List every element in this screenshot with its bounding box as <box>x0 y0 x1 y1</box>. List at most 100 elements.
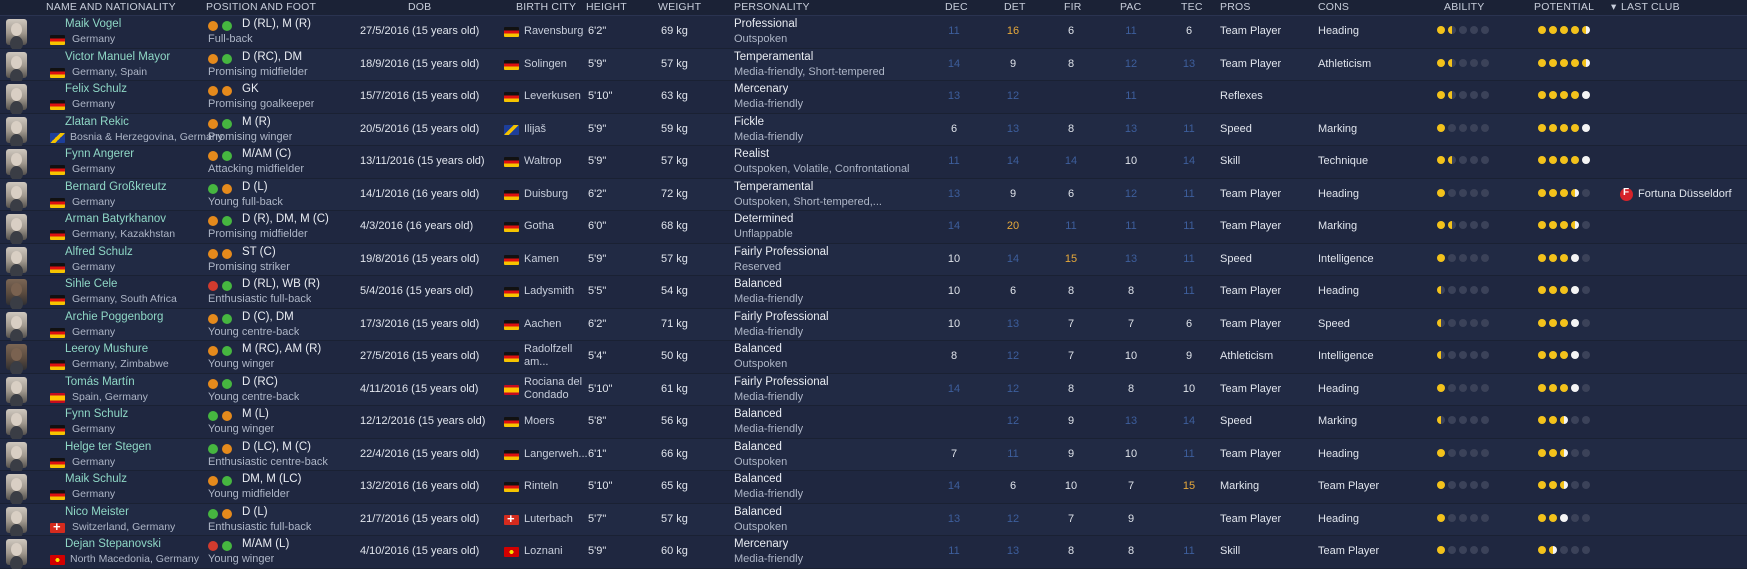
col-header-position[interactable]: POSITION AND FOOT <box>206 1 316 13</box>
star-icon <box>1549 448 1557 457</box>
player-name-link[interactable]: Nico Meister <box>65 506 129 518</box>
col-header-name[interactable]: NAME AND NATIONALITY <box>46 1 176 13</box>
star-icon <box>1459 221 1467 229</box>
player-name-link[interactable]: Zlatan Rekic <box>65 116 129 128</box>
table-row[interactable]: Fynn Angerer Germany M/AM (C) Attacking mid… <box>0 146 1747 179</box>
foot-indicator-icon <box>222 248 232 259</box>
player-name-link[interactable]: Archie Poggenborg <box>65 311 163 323</box>
table-row[interactable]: Bernard Großkreutz Germany D (L) Young full… <box>0 178 1747 211</box>
player-pros: Team Player <box>1220 512 1282 525</box>
table-row[interactable]: Archie Poggenborg Germany D (C), DM Young c… <box>0 308 1747 341</box>
col-header-potential[interactable]: POTENTIAL <box>1534 1 1594 13</box>
player-name-link[interactable]: Bernard Großkreutz <box>65 181 167 193</box>
player-last-club[interactable]: Fortuna Düsseldorf <box>1638 188 1732 200</box>
table-row[interactable]: Sihle Cele Germany, South Africa D (RL), W… <box>0 276 1747 309</box>
birth-flag-icon <box>504 222 519 232</box>
player-birth-city: Luterbach <box>524 512 573 525</box>
star-icon <box>1560 123 1568 132</box>
attr-tec: 13 <box>1182 57 1196 70</box>
player-name-link[interactable]: Maik Schulz <box>65 473 127 485</box>
col-header-cons[interactable]: CONS <box>1318 1 1349 13</box>
col-header-ability[interactable]: ABILITY <box>1444 1 1485 13</box>
player-dob: 19/8/2016 (15 years old) <box>360 252 480 265</box>
table-row[interactable]: Zlatan Rekic Bosnia & Herzegovina, German… <box>0 113 1747 146</box>
col-header-fir[interactable]: FIR <box>1064 1 1082 13</box>
sort-desc-arrow-icon[interactable]: ▾ <box>1611 1 1616 13</box>
birth-flag-icon <box>504 319 519 330</box>
table-row[interactable]: Fynn Schulz Germany M (L) Young winger 12/12… <box>0 406 1747 439</box>
star-icon <box>1549 286 1557 294</box>
player-weight: 56 kg <box>661 415 688 427</box>
player-name-link[interactable]: Leeroy Mushure <box>65 343 148 355</box>
player-dob: 4/10/2016 (15 years old) <box>360 545 480 557</box>
attr-pac: 13 <box>1124 122 1138 135</box>
player-pros: Team Player <box>1220 317 1282 330</box>
table-row[interactable]: Helge ter Stegen Germany D (LC), M (C) Enth… <box>0 438 1747 471</box>
table-row[interactable]: Nico Meister Switzerland, Germany D (L) Ent… <box>0 503 1747 536</box>
col-header-dob[interactable]: DOB <box>408 1 431 13</box>
col-header-dec[interactable]: DEC <box>945 1 968 13</box>
star-icon <box>1448 58 1456 67</box>
col-header-height[interactable]: HEIGHT <box>586 1 627 13</box>
player-name-link[interactable]: Fynn Schulz <box>65 408 128 420</box>
table-row[interactable]: Maik Schulz Germany DM, M (LC) Young midfie… <box>0 471 1747 504</box>
star-icon <box>1437 188 1445 197</box>
table-row[interactable]: Dejan Stepanovski North Macedonia, German… <box>0 536 1747 569</box>
player-birth-city: Ravensburg <box>524 25 584 37</box>
player-name-link[interactable]: Arman Batyrkhanov <box>65 213 166 225</box>
player-name-link[interactable]: Victor Manuel Mayor <box>65 51 170 63</box>
player-cons: Heading <box>1318 512 1359 525</box>
player-position: D (RC) <box>242 375 278 388</box>
star-icon <box>1459 481 1467 489</box>
player-name-link[interactable]: Tomás Martín <box>65 376 135 388</box>
player-personality: Balanced <box>734 343 782 355</box>
player-name-link[interactable]: Helge ter Stegen <box>65 441 151 453</box>
star-icon <box>1470 91 1478 99</box>
attr-pac: 11 <box>1125 220 1137 232</box>
col-header-det[interactable]: DET <box>1004 1 1026 13</box>
player-name-link[interactable]: Maik Vogel <box>65 18 121 30</box>
col-header-pros[interactable]: PROS <box>1220 1 1251 13</box>
attr-dec: 7 <box>950 447 958 460</box>
player-face-icon <box>6 279 27 305</box>
table-row[interactable]: Victor Manuel Mayor Germany, Spain D (RC),… <box>0 48 1747 81</box>
star-icon <box>1571 448 1579 457</box>
star-icon <box>1549 416 1557 424</box>
player-name-link[interactable]: Alfred Schulz <box>65 246 133 258</box>
table-row[interactable]: Maik Vogel Germany D (RL), M (R) Full-back 2… <box>0 16 1747 49</box>
col-header-tec[interactable]: TEC <box>1181 1 1203 13</box>
foot-indicator-icon <box>222 313 232 324</box>
attr-det: 16 <box>1006 25 1020 37</box>
player-name-link[interactable]: Dejan Stepanovski <box>65 538 161 550</box>
attr-pac: 7 <box>1127 317 1135 330</box>
attr-dec: 11 <box>948 155 960 167</box>
star-icon <box>1481 91 1489 99</box>
table-row[interactable]: Tomás Martín Spain, Germany D (RC) Young ce… <box>0 373 1747 406</box>
player-nationality: Switzerland, Germany <box>72 520 176 533</box>
player-name-link[interactable]: Sihle Cele <box>65 278 117 290</box>
player-name-link[interactable]: Felix Schulz <box>65 83 127 95</box>
star-icon <box>1560 188 1568 197</box>
foot-indicator-icon <box>222 216 232 226</box>
table-row[interactable]: Alfred Schulz Germany ST (C) Promising stri… <box>0 243 1747 276</box>
col-header-birth-city[interactable]: BIRTH CITY <box>516 1 576 13</box>
col-header-weight[interactable]: WEIGHT <box>658 1 701 13</box>
col-header-pac[interactable]: PAC <box>1120 1 1141 13</box>
table-row[interactable]: Felix Schulz Germany GK Promising goalkeepe… <box>0 81 1747 114</box>
player-name-link[interactable]: Fynn Angerer <box>65 148 134 160</box>
player-role: Young centre-back <box>208 390 300 403</box>
col-header-last-club[interactable]: LAST CLUB <box>1621 1 1680 13</box>
table-row[interactable]: Arman Batyrkhanov Germany, Kazakhstan D (R… <box>0 211 1747 244</box>
attr-tec: 11 <box>1183 545 1195 557</box>
player-weight: 72 kg <box>661 187 688 200</box>
attr-tec: 11 <box>1183 285 1195 297</box>
player-media-handling: Media-friendly <box>734 488 804 500</box>
star-icon <box>1560 513 1568 522</box>
player-cons: Athleticism <box>1318 57 1372 70</box>
star-icon <box>1470 221 1478 229</box>
table-row[interactable]: Leeroy Mushure Germany, Zimbabwe M (RC), A… <box>0 341 1747 374</box>
player-cons: Technique <box>1318 155 1369 167</box>
attr-pac: 13 <box>1124 415 1138 427</box>
col-header-personality[interactable]: PERSONALITY <box>734 1 810 13</box>
foot-indicator-icon <box>208 118 218 129</box>
